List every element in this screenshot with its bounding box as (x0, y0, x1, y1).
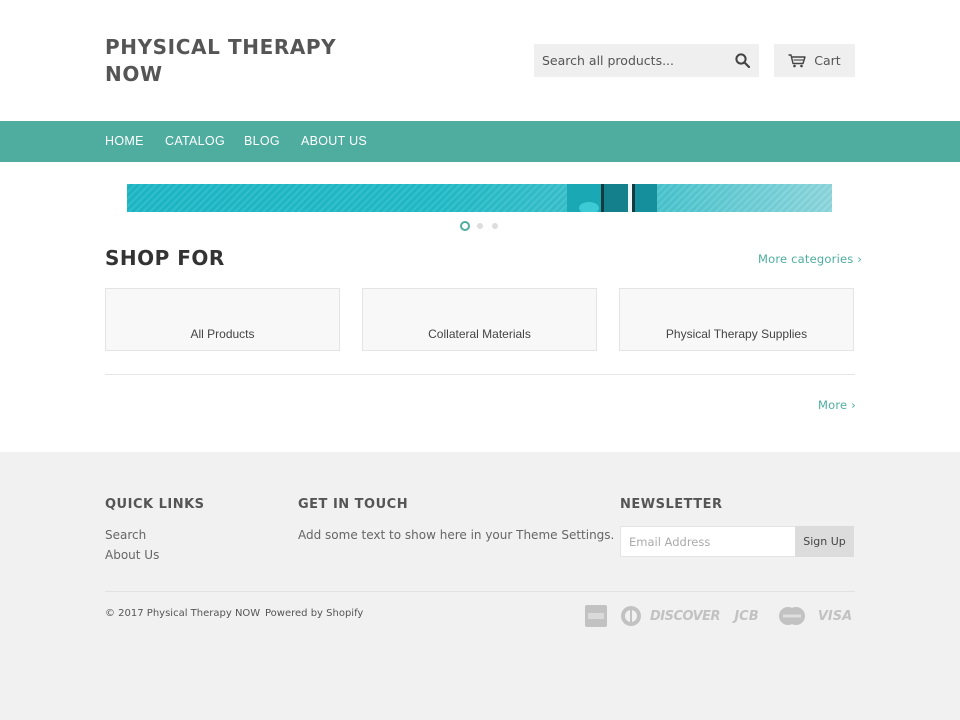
search-form (534, 44, 759, 77)
site-footer: QUICK LINKS Search About Us GET IN TOUCH… (0, 452, 960, 720)
category-label: Physical Therapy Supplies (665, 327, 808, 341)
nav-item-blog[interactable]: BLOG (244, 121, 280, 162)
category-card-collateral-materials[interactable]: Collateral Materials (362, 288, 597, 351)
newsletter-heading: NEWSLETTER (620, 497, 723, 512)
category-label: Collateral Materials (428, 327, 531, 341)
footer-divider (105, 591, 855, 592)
slide-dot-3[interactable] (492, 223, 498, 229)
nav-item-about-us[interactable]: ABOUT US (301, 121, 367, 162)
section-divider (105, 374, 855, 375)
more-link[interactable]: More › (818, 398, 856, 412)
category-label: All Products (190, 327, 255, 341)
get-in-touch-text: Add some text to show here in your Theme… (298, 528, 615, 542)
cart-icon (788, 53, 806, 67)
slideshow-pagination (459, 221, 501, 231)
search-button[interactable] (726, 44, 759, 77)
slide-dot-2[interactable] (477, 223, 483, 229)
cart-label: Cart (814, 53, 841, 68)
more-categories-link[interactable]: More categories › (758, 252, 862, 266)
search-icon (735, 53, 750, 68)
shop-for-heading: SHOP FOR (105, 246, 225, 270)
footer-link-search[interactable]: Search (105, 528, 146, 542)
site-title-link[interactable]: PHYSICAL THERAPY NOW (105, 34, 365, 88)
category-card-all-products[interactable]: All Products (105, 288, 340, 351)
visa-icon: VISA (817, 608, 853, 624)
newsletter-signup-button[interactable]: Sign Up (795, 526, 854, 557)
main-nav: HOME CATALOG BLOG ABOUT US (0, 121, 960, 162)
amex-icon (585, 605, 607, 627)
slide-dot-1[interactable] (460, 221, 470, 231)
copyright-text: © 2017 Physical Therapy NOW (105, 608, 261, 619)
quick-links-heading: QUICK LINKS (105, 497, 205, 512)
nav-item-home[interactable]: HOME (105, 121, 144, 162)
hero-slideshow[interactable] (127, 184, 832, 212)
newsletter-email-input[interactable] (620, 526, 796, 557)
cart-button[interactable]: Cart (774, 44, 855, 77)
mastercard-icon (778, 605, 806, 627)
powered-by-shopify-link[interactable]: Powered by Shopify (265, 608, 363, 619)
search-input[interactable] (534, 44, 726, 77)
site-header: PHYSICAL THERAPY NOW Cart (0, 0, 960, 121)
category-card-physical-therapy-supplies[interactable]: Physical Therapy Supplies (619, 288, 854, 351)
jcb-icon: JCB (734, 608, 759, 624)
get-in-touch-heading: GET IN TOUCH (298, 497, 409, 512)
footer-link-about-us[interactable]: About Us (105, 548, 159, 562)
nav-item-catalog[interactable]: CATALOG (165, 121, 225, 162)
diners-club-icon (620, 605, 642, 627)
slide-image-figure (567, 184, 657, 212)
slide-texture (127, 184, 832, 212)
discover-icon: DISCOVER (649, 608, 721, 624)
